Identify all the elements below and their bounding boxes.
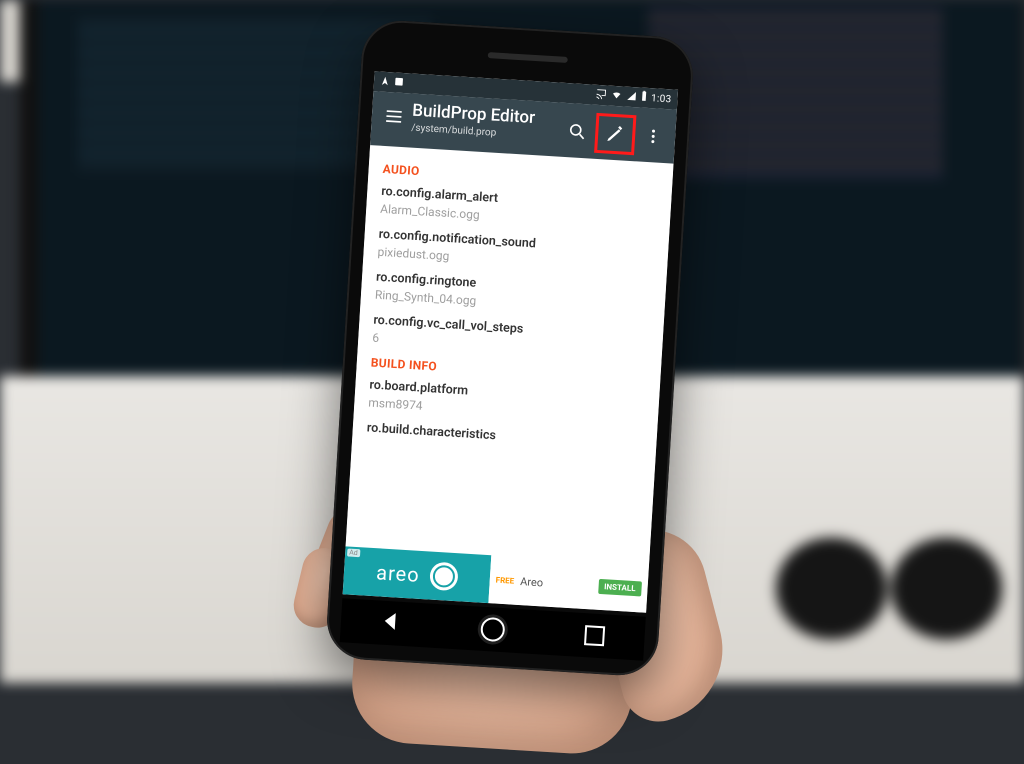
search-button[interactable] [558, 113, 596, 151]
prop-row[interactable]: ro.config.ringtone Ring_Synth_04.ogg [375, 270, 653, 320]
ad-brand-text: areo [376, 560, 421, 587]
ad-brand-area: areo [343, 546, 492, 603]
menu-button[interactable] [375, 97, 413, 135]
gallery-icon [394, 76, 405, 90]
prop-row[interactable]: ro.config.alarm_alert Alarm_Classic.ogg [380, 184, 658, 234]
prop-row[interactable]: ro.config.notification_sound pixiedust.o… [377, 227, 655, 277]
ad-install-button[interactable]: INSTALL [598, 578, 642, 596]
prop-row[interactable]: ro.build.characteristics [366, 421, 643, 455]
nav-home-button[interactable] [480, 617, 505, 642]
prop-row[interactable]: ro.config.vc_call_vol_steps 6 [372, 313, 650, 363]
nav-recents-button[interactable] [584, 625, 605, 646]
overflow-menu-button[interactable] [634, 117, 672, 155]
edit-button[interactable] [596, 115, 634, 153]
ad-brand-logo-icon [429, 562, 459, 592]
prop-row[interactable]: ro.board.platform msm8974 [368, 378, 646, 428]
wifi-icon [610, 89, 623, 103]
phone-screen: 1:03 BuildProp Editor /system/build.prop [343, 71, 678, 613]
ad-app-name: Areo [520, 575, 544, 589]
battery-icon [640, 90, 648, 104]
ad-badge: Ad [347, 548, 360, 557]
status-clock: 1:03 [651, 93, 672, 105]
prop-list[interactable]: AUDIO ro.config.alarm_alert Alarm_Classi… [346, 145, 674, 565]
signal-icon [626, 90, 637, 104]
nav-back-button[interactable] [380, 611, 401, 636]
ad-price-tag: FREE [495, 575, 514, 585]
prop-key: ro.build.characteristics [366, 421, 643, 455]
phone-device: 1:03 BuildProp Editor /system/build.prop [325, 18, 695, 677]
location-icon [380, 75, 391, 89]
cast-icon [595, 88, 607, 103]
